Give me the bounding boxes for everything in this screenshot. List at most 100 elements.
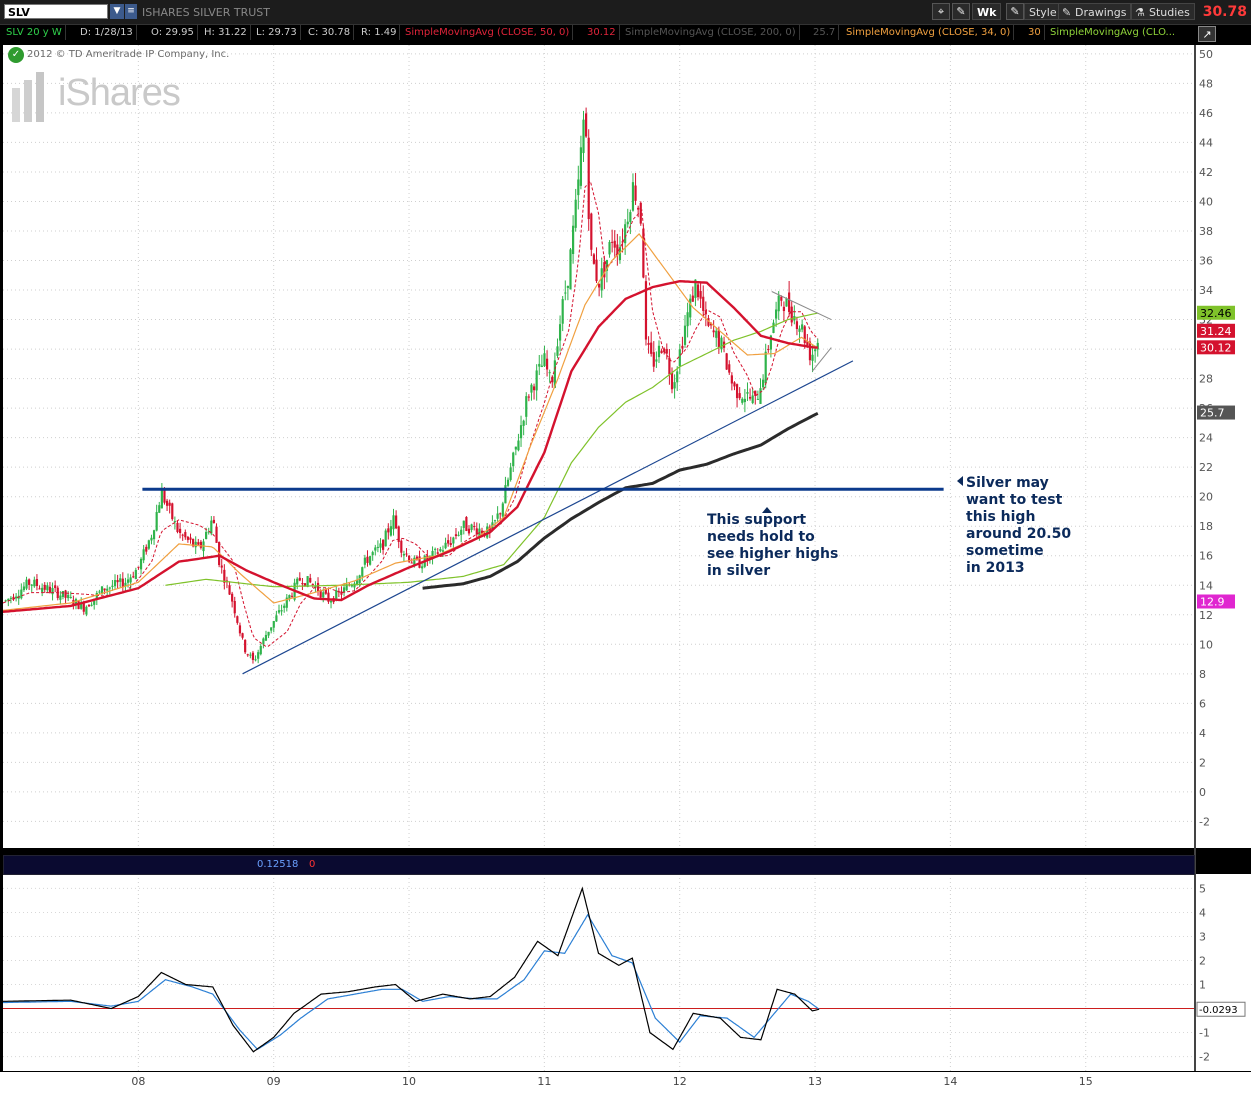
candle-body (785, 298, 788, 307)
candle-body (90, 604, 93, 606)
y-tick-label: -2 (1199, 1051, 1210, 1064)
y-tick-label: 2 (1199, 954, 1206, 967)
candle-body (454, 534, 458, 537)
candle-body (322, 592, 325, 598)
candle-body (178, 528, 182, 533)
tda-logo-icon: ✓ (8, 47, 24, 63)
candle-body (43, 584, 46, 590)
y-tick-label: 46 (1199, 107, 1213, 120)
candle-body (165, 500, 169, 506)
candle-body (592, 254, 596, 264)
candle-body (462, 520, 465, 528)
candle-body (103, 588, 106, 591)
oscillator-label-text: -0.0293 (1199, 1005, 1238, 1016)
candle-body (280, 610, 283, 612)
candle-body (189, 537, 192, 540)
candle-body (579, 147, 583, 186)
candle-body (277, 610, 281, 613)
candle-body (395, 515, 398, 529)
y-tick-label: 38 (1199, 225, 1213, 238)
candle-body (259, 645, 262, 655)
candle-body (371, 552, 374, 556)
annotation-support: This support needs hold to see higher hi… (707, 512, 839, 579)
y-tick-label: 44 (1199, 136, 1213, 149)
candle-body (69, 597, 72, 599)
y-tick-label: 34 (1199, 284, 1213, 297)
ishares-watermark: iShares (58, 72, 181, 114)
candle-body (532, 386, 536, 391)
candle-body (46, 585, 49, 591)
candle-body (155, 511, 158, 531)
candle-body (439, 549, 442, 552)
candle-body (525, 396, 528, 417)
candle-body (306, 576, 309, 588)
candle-body (660, 350, 663, 354)
candle-body (132, 576, 135, 578)
candle-body (655, 359, 658, 362)
candle-body (689, 298, 692, 318)
y-tick-label: 10 (1199, 638, 1213, 651)
lower-study-name[interactable] (8, 856, 189, 873)
candle-body (741, 398, 744, 403)
candle-body (585, 113, 588, 137)
x-tick-label: 10 (402, 1075, 416, 1088)
y-tick-label: 28 (1199, 373, 1213, 386)
candle-body (150, 537, 153, 541)
y-tick-label: 1 (1199, 979, 1206, 992)
candle-body (296, 578, 299, 585)
candle-body (543, 353, 546, 367)
candle-body (158, 505, 161, 513)
candle-body (402, 553, 406, 556)
candle-body (51, 588, 54, 595)
candle-body (691, 295, 694, 302)
candle-body (795, 321, 799, 329)
candle-body (142, 549, 145, 561)
y-tick-label: 22 (1199, 461, 1213, 474)
candle-body (496, 513, 499, 519)
candle-body (212, 519, 216, 524)
candle-body (389, 526, 393, 536)
candle-body (381, 539, 385, 550)
candle-body (530, 384, 533, 393)
candle-body (270, 627, 273, 631)
candle-body (650, 342, 653, 354)
candle-body (35, 579, 39, 586)
candle-body (262, 638, 265, 645)
candle-body (569, 249, 572, 290)
candle-body (613, 240, 616, 248)
candle-body (48, 586, 52, 593)
x-tick-label: 12 (673, 1075, 687, 1088)
candle-body (434, 548, 437, 550)
price-label-text: 25.7 (1200, 407, 1225, 420)
y-tick-label: -2 (1199, 815, 1210, 828)
candle-body (590, 213, 593, 250)
candle-body (316, 582, 320, 592)
candle-body (665, 349, 668, 354)
candle-body (725, 353, 728, 370)
candle-body (595, 259, 598, 282)
candle-body (564, 292, 567, 294)
candle-body (22, 586, 26, 591)
candle-body (811, 354, 814, 361)
y-tick-label: 4 (1199, 727, 1206, 740)
candle-body (748, 397, 752, 399)
candle-body (311, 583, 314, 585)
price-label-text: 31.24 (1200, 325, 1232, 338)
candle-body (538, 363, 541, 367)
candle-body (514, 446, 517, 450)
price-label-text: 30.12 (1200, 341, 1232, 354)
candle-body (147, 540, 150, 549)
candle-body (238, 625, 242, 634)
candle-body (298, 577, 301, 581)
candle-body (233, 600, 236, 614)
candle-body (470, 524, 473, 530)
candle-body (556, 346, 559, 356)
candle-body (777, 295, 780, 312)
candle-body (400, 540, 403, 553)
candle-body (473, 526, 476, 528)
candle-body (743, 398, 746, 403)
x-tick-label: 13 (808, 1075, 822, 1088)
candle-body (527, 396, 530, 398)
y-tick-label: 20 (1199, 491, 1213, 504)
candle-body (717, 329, 720, 348)
